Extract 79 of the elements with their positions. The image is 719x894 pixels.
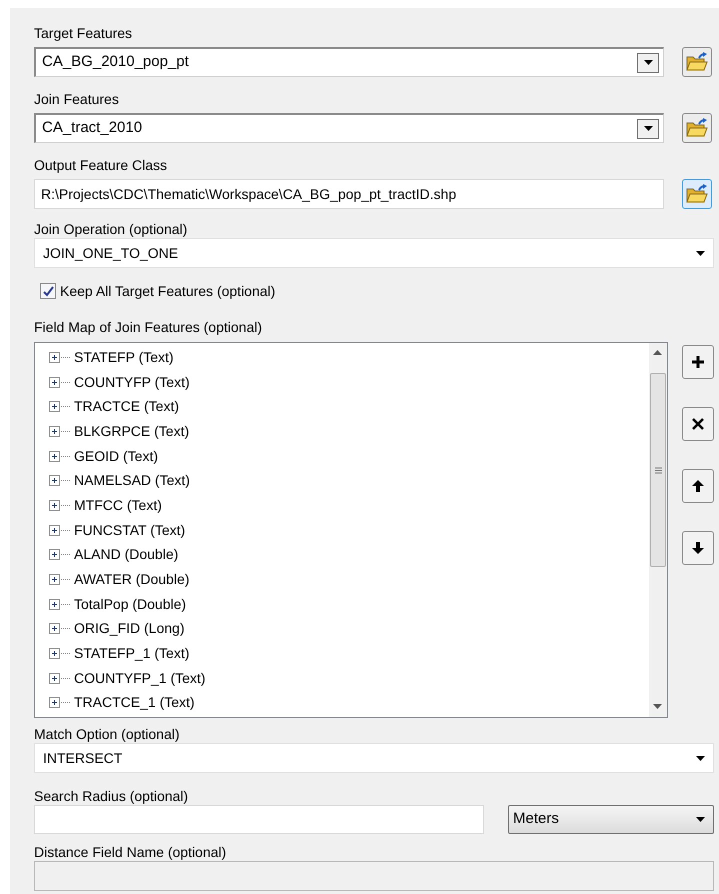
expand-icon[interactable] [49, 574, 73, 586]
caret-icon [696, 756, 705, 760]
browse-button[interactable] [682, 179, 712, 209]
field-label: Distance Field Name (optional) [34, 843, 228, 861]
dropdown-value: CA_BG_2010_pop_pt [42, 52, 190, 72]
down-arrow-icon [690, 540, 706, 556]
tree-item[interactable]: AWATER (Double) [74, 569, 190, 590]
add-button[interactable] [682, 345, 714, 379]
tree-item[interactable]: STATEFP (Text) [74, 346, 174, 368]
tree-item[interactable]: STATEFP_1 (Text) [74, 643, 190, 664]
expand-icon[interactable] [49, 648, 73, 660]
folder-icon [686, 184, 708, 204]
tree-item[interactable]: TotalPop (Double) [74, 594, 186, 615]
expand-icon[interactable] [49, 352, 73, 363]
folder-icon [686, 118, 708, 138]
tree-item[interactable]: FUNCSTAT (Text) [74, 520, 186, 541]
up-arrow-icon [690, 478, 706, 494]
dropdown-field[interactable]: JOIN_ONE_TO_ONE [34, 238, 714, 268]
scroll-thumb[interactable] [650, 373, 666, 567]
expand-icon[interactable] [49, 401, 73, 412]
tree-item[interactable]: TRACTCE_1 (Text) [74, 692, 195, 714]
dropdown-value: INTERSECT [43, 748, 124, 768]
expand-icon[interactable] [49, 672, 73, 684]
caret-icon [696, 817, 705, 822]
checkbox[interactable] [40, 283, 56, 299]
expand-icon[interactable] [49, 500, 73, 511]
browse-button[interactable] [682, 47, 712, 77]
tree-item[interactable]: GEOID (Text) [74, 446, 158, 467]
tree-item[interactable]: ALAND (Double) [74, 544, 178, 566]
field-label: Search Radius (optional) [34, 787, 190, 805]
dropdown-button[interactable] [637, 52, 659, 72]
tree-item[interactable]: BLKGRPCE (Text) [74, 420, 190, 442]
checkbox-label: Keep All Target Features (optional) [60, 282, 276, 301]
move-up-button[interactable] [682, 469, 714, 503]
expand-icon[interactable] [49, 549, 73, 560]
caret-icon [644, 60, 652, 65]
dropdown-field[interactable]: CA_tract_2010 [34, 113, 664, 143]
output-path-field[interactable]: R:\Projects\CDC\Thematic\Workspace\CA_BG_pop_pt_tractID.shp [34, 179, 664, 209]
scroll-down-icon[interactable] [653, 704, 662, 709]
expand-icon[interactable] [49, 623, 73, 634]
field-map-tree[interactable] [34, 342, 668, 718]
field-label: Match Option (optional) [34, 725, 181, 743]
check-icon [42, 286, 54, 296]
tree-item[interactable]: COUNTYFP_1 (Text) [74, 668, 206, 689]
dropdown-value: CA_tract_2010 [42, 118, 144, 138]
caret-icon [644, 126, 652, 131]
browse-button[interactable] [682, 113, 712, 143]
field-label: Output Feature Class [34, 156, 168, 174]
expand-icon[interactable] [49, 524, 73, 536]
folder-icon [686, 52, 708, 72]
move-down-button[interactable] [682, 531, 714, 565]
plus-icon [690, 354, 706, 370]
expand-icon[interactable] [49, 697, 73, 708]
close-icon [690, 416, 706, 432]
scroll-up-icon[interactable] [653, 350, 662, 355]
dropdown-field[interactable]: CA_BG_2010_pop_pt [34, 47, 664, 77]
scrollbar[interactable] [649, 343, 667, 717]
input-field[interactable] [34, 805, 484, 834]
expand-icon[interactable] [49, 426, 73, 437]
tree-item[interactable]: TRACTCE (Text) [74, 396, 179, 418]
field-label: Target Features [34, 24, 134, 42]
field-label: Join Operation (optional) [34, 220, 188, 238]
tree-item[interactable]: MTFCC (Text) [74, 494, 162, 516]
field-label: Join Features [34, 90, 120, 108]
caret-icon [696, 250, 705, 256]
expand-icon[interactable] [49, 475, 73, 486]
tree-item[interactable]: ORIG_FID (Long) [74, 618, 184, 640]
expand-icon[interactable] [49, 376, 73, 388]
remove-button[interactable] [682, 407, 714, 441]
dropdown-button[interactable] [637, 118, 659, 138]
dropdown-field[interactable]: INTERSECT [34, 743, 714, 773]
expand-icon[interactable] [49, 598, 73, 610]
tree-item[interactable]: COUNTYFP (Text) [74, 372, 190, 393]
field-label: Field Map of Join Features (optional) [34, 318, 263, 336]
unit-dropdown[interactable]: Meters [508, 805, 714, 834]
expand-icon[interactable] [49, 450, 73, 462]
dropdown-value: Meters [513, 809, 560, 830]
tree-item[interactable]: NAMELSAD (Text) [74, 470, 190, 492]
dropdown-value: JOIN_ONE_TO_ONE [43, 244, 180, 263]
